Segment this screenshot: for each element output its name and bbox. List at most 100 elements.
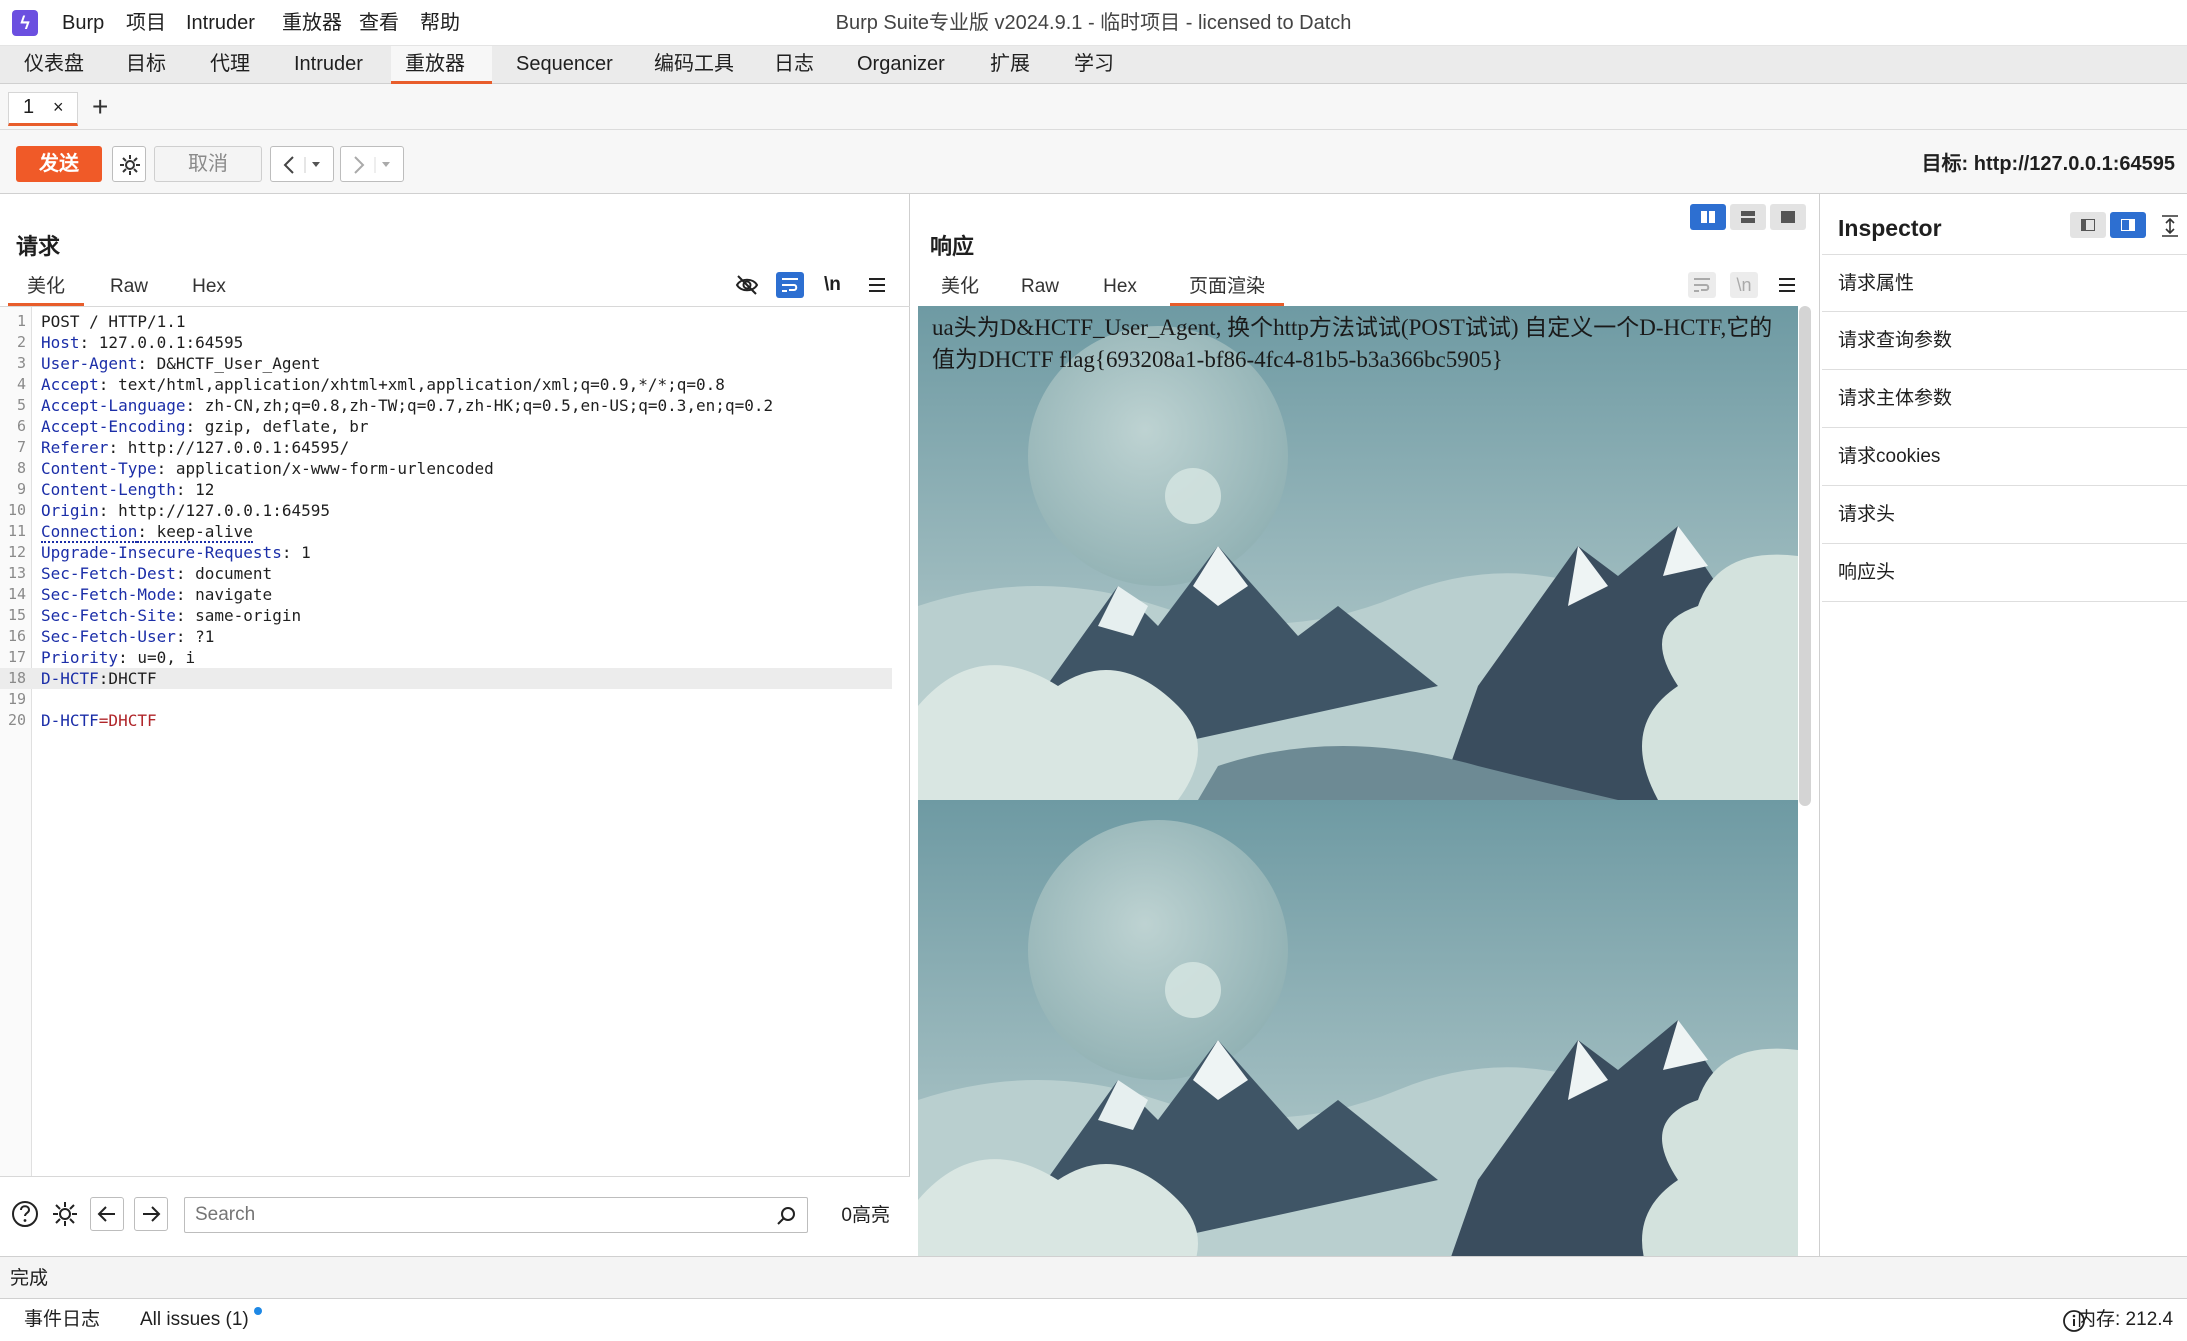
line-content: Priority: u=0, i xyxy=(41,647,195,668)
search-icon[interactable] xyxy=(776,1205,798,1227)
title-bar: ϟ Burp 项目 Intruder 重放器 查看 帮助 Burp Suite专… xyxy=(0,0,2187,46)
response-title: 响应 xyxy=(930,234,975,259)
inspector-dock-icon[interactable] xyxy=(2070,212,2106,238)
code-line[interactable]: 11 Connection: keep-alive xyxy=(0,521,892,543)
newline-icon[interactable]: \n xyxy=(824,272,841,298)
tab-render[interactable]: 页面渲染 xyxy=(1170,270,1284,306)
code-line[interactable]: 4 Accept: text/html,application/xhtml+xml… xyxy=(0,374,892,395)
tab-repeater[interactable]: 重放器 xyxy=(391,46,492,84)
tab-pretty[interactable]: 美化 xyxy=(932,270,988,306)
collapse-all-icon[interactable] xyxy=(2160,214,2180,238)
inspector-cookies[interactable]: 请求cookies xyxy=(1822,428,2187,486)
header-value: : text/html,application/xhtml+xml,applic… xyxy=(98,375,725,394)
header-value: : zh-CN,zh;q=0.8,zh-TW;q=0.7,zh-HK;q=0.5… xyxy=(185,396,774,415)
line-number: 2 xyxy=(16,333,26,351)
wrap-text-icon[interactable] xyxy=(1688,272,1716,298)
code-line[interactable]: 18 D-HCTF:DHCTF xyxy=(0,668,892,689)
cancel-button[interactable]: 取消 xyxy=(154,146,262,182)
line-number: 10 xyxy=(7,501,26,519)
eye-off-icon[interactable] xyxy=(734,272,760,298)
event-log-tab[interactable]: 事件日志 xyxy=(24,1307,100,1333)
tab-target[interactable]: 目标 xyxy=(112,46,180,84)
inspector-request-headers[interactable]: 请求头 xyxy=(1822,486,2187,544)
header-value: : application/x-www-form-urlencoded xyxy=(156,459,494,478)
hamburger-menu-icon[interactable] xyxy=(866,274,888,296)
back-arrow-icon[interactable] xyxy=(90,1197,124,1231)
target-url[interactable]: 目标: http://127.0.0.1:64595 xyxy=(1922,150,2175,178)
help-icon[interactable] xyxy=(10,1199,40,1229)
tab-decoder[interactable]: 编码工具 xyxy=(640,46,748,84)
line-content: User-Agent: D&HCTF_User_Agent xyxy=(41,353,320,374)
code-line[interactable]: 2 Host: 127.0.0.1:64595 xyxy=(0,332,892,353)
response-scrollbar[interactable] xyxy=(1799,306,1811,806)
close-tab-icon[interactable]: × xyxy=(53,93,64,121)
tab-sequencer[interactable]: Sequencer xyxy=(502,46,627,84)
inspector-query-params[interactable]: 请求查询参数 xyxy=(1822,312,2187,370)
layout-switcher xyxy=(1690,204,1808,232)
main-tab-bar: 仪表盘 目标 代理 Intruder 重放器 Sequencer 编码工具 日志… xyxy=(0,46,2187,84)
code-line[interactable]: 5 Accept-Language: zh-CN,zh;q=0.8,zh-TW;q… xyxy=(0,395,892,416)
code-line[interactable]: 14 Sec-Fetch-Mode: navigate xyxy=(0,584,892,605)
code-line[interactable]: 12 Upgrade-Insecure-Requests: 1 xyxy=(0,542,892,563)
code-line[interactable]: 19 xyxy=(0,689,892,710)
tab-pretty[interactable]: 美化 xyxy=(8,270,84,306)
code-line[interactable]: 10 Origin: http://127.0.0.1:64595 xyxy=(0,500,892,521)
add-tab-icon[interactable]: + xyxy=(92,92,108,122)
hamburger-menu-icon[interactable] xyxy=(1776,274,1798,296)
tab-organizer[interactable]: Organizer xyxy=(843,46,959,84)
tab-extensions[interactable]: 扩展 xyxy=(976,46,1044,84)
code-line[interactable]: 13 Sec-Fetch-Dest: document xyxy=(0,563,892,584)
line-content: Sec-Fetch-Site: same-origin xyxy=(41,605,301,626)
code-line[interactable]: 16 Sec-Fetch-User: ?1 xyxy=(0,626,892,647)
inspector-body-params[interactable]: 请求主体参数 xyxy=(1822,370,2187,428)
code-line[interactable]: 7 Referer: http://127.0.0.1:64595/ xyxy=(0,437,892,458)
code-line[interactable]: 8 Content-Type: application/x-www-form-ur… xyxy=(0,458,892,479)
tab-raw[interactable]: Raw xyxy=(94,270,164,306)
code-line[interactable]: 3 User-Agent: D&HCTF_User_Agent xyxy=(0,353,892,374)
layout-side-by-side-icon[interactable] xyxy=(1690,204,1726,230)
tab-hex[interactable]: Hex xyxy=(1092,270,1148,306)
tab-dashboard[interactable]: 仪表盘 xyxy=(10,46,98,84)
code-line[interactable]: 6 Accept-Encoding: gzip, deflate, br xyxy=(0,416,892,437)
settings-gear-icon[interactable] xyxy=(112,146,146,182)
line-content: Content-Type: application/x-www-form-url… xyxy=(41,458,494,479)
tab-hex[interactable]: Hex xyxy=(174,270,244,306)
line-content: D-HCTF=DHCTF xyxy=(41,710,157,731)
forward-navigation[interactable] xyxy=(340,146,404,182)
back-navigation[interactable] xyxy=(270,146,334,182)
send-button[interactable]: 发送 xyxy=(16,146,102,182)
layout-single-icon[interactable] xyxy=(1770,204,1806,230)
tab-raw[interactable]: Raw xyxy=(1012,270,1068,306)
all-issues-tab[interactable]: All issues (1) xyxy=(140,1307,249,1333)
tab-proxy[interactable]: 代理 xyxy=(196,46,264,84)
request-editor[interactable]: 1 POST / HTTP/1.1 2 Host: 127.0.0.1:64595 3 U… xyxy=(0,306,910,1177)
line-content: Connection: keep-alive xyxy=(41,521,253,543)
tab-learn[interactable]: 学习 xyxy=(1060,46,1128,84)
header-name: Sec-Fetch-Dest xyxy=(41,564,176,583)
header-name: D-HCTF xyxy=(41,711,99,730)
code-line[interactable]: 17 Priority: u=0, i xyxy=(0,647,892,668)
repeater-tab-1[interactable]: 1 × xyxy=(8,92,78,126)
code-line[interactable]: 15 Sec-Fetch-Site: same-origin xyxy=(0,605,892,626)
code-line[interactable]: 9 Content-Length: 12 xyxy=(0,479,892,500)
line-number: 9 xyxy=(16,480,26,498)
inspector-expand-icon[interactable] xyxy=(2110,212,2146,238)
inspector-request-attributes[interactable]: 请求属性 xyxy=(1822,254,2187,312)
settings-gear-icon[interactable] xyxy=(50,1199,80,1229)
code-line[interactable]: 1 POST / HTTP/1.1 xyxy=(0,311,892,332)
header-value: : D&HCTF_User_Agent xyxy=(137,354,321,373)
line-number: 6 xyxy=(16,417,26,435)
newline-icon[interactable]: \n xyxy=(1730,272,1758,298)
inspector-response-headers[interactable]: 响应头 xyxy=(1822,544,2187,602)
header-value: :DHCTF xyxy=(98,669,157,688)
line-number: 14 xyxy=(7,585,26,603)
tab-intruder[interactable]: Intruder xyxy=(280,46,377,84)
status-text: 完成 xyxy=(10,1268,49,1289)
code-line[interactable]: 20 D-HCTF=DHCTF xyxy=(0,710,892,731)
tab-logger[interactable]: 日志 xyxy=(760,46,828,84)
layout-stacked-icon[interactable] xyxy=(1730,204,1766,230)
search-input[interactable] xyxy=(184,1197,808,1233)
forward-arrow-icon[interactable] xyxy=(134,1197,168,1231)
header-value: : ?1 xyxy=(175,627,215,646)
wrap-text-icon[interactable] xyxy=(776,272,804,298)
